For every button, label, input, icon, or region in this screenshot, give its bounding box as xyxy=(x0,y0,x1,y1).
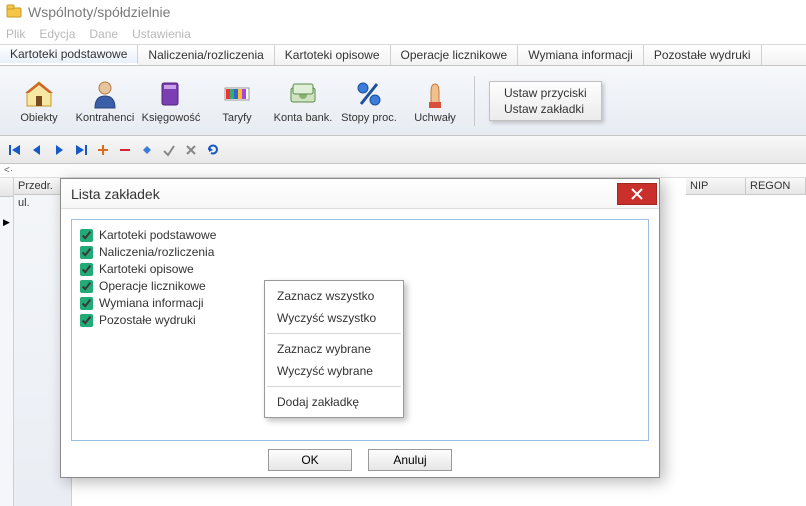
ctx-wyczysc-wybrane[interactable]: Wyczyść wybrane xyxy=(265,360,403,382)
splitter-knob[interactable]: <· xyxy=(4,165,13,176)
check-label: Naliczenia/rozliczenia xyxy=(99,245,214,259)
ribbon-taryfy-label: Taryfy xyxy=(222,112,251,124)
ribbon-side-panel: Ustaw przyciski Ustaw zakładki xyxy=(489,81,602,121)
nav-cancel-button[interactable] xyxy=(180,139,202,161)
ribbon-obiekty[interactable]: Obiekty xyxy=(8,71,70,131)
col-header-nip[interactable]: NIP xyxy=(686,178,746,195)
house-icon xyxy=(23,78,55,110)
menu-bar: Plik Edycja Dane Ustawienia xyxy=(0,24,806,44)
close-icon xyxy=(631,188,643,200)
checkbox[interactable] xyxy=(80,246,93,259)
dialog-close-button[interactable] xyxy=(617,183,657,205)
splitter-row[interactable]: <· xyxy=(0,164,806,178)
menu-dane[interactable]: Dane xyxy=(89,27,118,41)
checkbox[interactable] xyxy=(80,297,93,310)
dialog-title-bar[interactable]: Lista zakładek xyxy=(61,179,659,209)
nav-add-button[interactable] xyxy=(92,139,114,161)
check-kartoteki-podstawowe[interactable]: Kartoteki podstawowe xyxy=(80,228,640,242)
dialog-ok-button[interactable]: OK xyxy=(268,449,352,471)
nav-last-button[interactable] xyxy=(70,139,92,161)
ribbon-uchwaly-label: Uchwały xyxy=(414,112,456,124)
col-header-regon[interactable]: REGON xyxy=(746,178,806,195)
ctx-wyczysc-wszystko[interactable]: Wyczyść wszystko xyxy=(265,307,403,329)
current-row-arrow-icon: ▶ xyxy=(0,217,13,228)
app-icon xyxy=(6,4,22,20)
content-area: ▶ Przedr. ul. NIP REGON Lista zakładek K… xyxy=(0,178,806,506)
hand-up-icon xyxy=(419,78,451,110)
tab-kartoteki-opisowe[interactable]: Kartoteki opisowe xyxy=(275,45,391,65)
dialog-cancel-button[interactable]: Anuluj xyxy=(368,449,452,471)
ribbon-stopy-proc-label: Stopy proc. xyxy=(341,112,397,124)
ribbon-konta-bank[interactable]: Konta bank. xyxy=(272,71,334,131)
ctx-separator xyxy=(267,333,401,334)
check-naliczenia[interactable]: Naliczenia/rozliczenia xyxy=(80,245,640,259)
nav-refresh-button[interactable] xyxy=(202,139,224,161)
ribbon-ksiegowosc-label: Księgowość xyxy=(142,112,201,124)
checkbox[interactable] xyxy=(80,280,93,293)
checkbox[interactable] xyxy=(80,229,93,242)
dialog-inset-panel: Kartoteki podstawowe Naliczenia/rozlicze… xyxy=(71,219,649,441)
tab-wymiana-informacji[interactable]: Wymiana informacji xyxy=(518,45,644,65)
ribbon-obiekty-label: Obiekty xyxy=(20,112,57,124)
row-indicator-col: ▶ xyxy=(0,178,14,506)
side-ustaw-przyciski[interactable]: Ustaw przyciski xyxy=(504,86,587,100)
check-label: Wymiana informacji xyxy=(99,296,204,310)
ribbon-separator xyxy=(474,76,475,126)
title-bar: Wspólnoty/spółdzielnie xyxy=(0,0,806,24)
menu-plik[interactable]: Plik xyxy=(6,27,25,41)
menu-edycja[interactable]: Edycja xyxy=(39,27,75,41)
check-label: Kartoteki opisowe xyxy=(99,262,194,276)
check-label: Pozostałe wydruki xyxy=(99,313,196,327)
person-icon xyxy=(89,78,121,110)
tab-strip: Kartoteki podstawowe Naliczenia/rozlicze… xyxy=(0,44,806,66)
ctx-zaznacz-wybrane[interactable]: Zaznacz wybrane xyxy=(265,338,403,360)
side-ustaw-zakladki[interactable]: Ustaw zakładki xyxy=(504,102,587,116)
menu-ustawienia[interactable]: Ustawienia xyxy=(132,27,191,41)
dialog-lista-zakladek: Lista zakładek Kartoteki podstawowe Nali… xyxy=(60,178,660,478)
nav-delete-button[interactable] xyxy=(114,139,136,161)
ribbon-konta-bank-label: Konta bank. xyxy=(274,112,333,124)
tab-operacje-licznikowe[interactable]: Operacje licznikowe xyxy=(391,45,519,65)
checkbox[interactable] xyxy=(80,314,93,327)
tab-naliczenia[interactable]: Naliczenia/rozliczenia xyxy=(138,45,274,65)
check-kartoteki-opisowe[interactable]: Kartoteki opisowe xyxy=(80,262,640,276)
nav-edit-button[interactable] xyxy=(136,139,158,161)
window-title: Wspólnoty/spółdzielnie xyxy=(28,4,170,20)
ribbon-ksiegowosc[interactable]: Księgowość xyxy=(140,71,202,131)
book-icon xyxy=(155,78,187,110)
ribbon-kontrahenci-label: Kontrahenci xyxy=(76,112,135,124)
money-icon xyxy=(287,78,319,110)
ribbon-uchwaly[interactable]: Uchwały xyxy=(404,71,466,131)
check-label: Kartoteki podstawowe xyxy=(99,228,216,242)
record-navigator xyxy=(0,136,806,164)
ctx-dodaj-zakladke[interactable]: Dodaj zakładkę xyxy=(265,391,403,413)
percent-icon xyxy=(353,78,385,110)
nav-prev-button[interactable] xyxy=(26,139,48,161)
nav-next-button[interactable] xyxy=(48,139,70,161)
check-label: Operacje licznikowe xyxy=(99,279,206,293)
ribbon: Obiekty Kontrahenci Księgowość Taryfy Ko… xyxy=(0,66,806,136)
ribbon-taryfy[interactable]: Taryfy xyxy=(206,71,268,131)
dialog-title: Lista zakładek xyxy=(71,186,160,202)
nav-first-button[interactable] xyxy=(4,139,26,161)
ribbon-kontrahenci[interactable]: Kontrahenci xyxy=(74,71,136,131)
tab-kartoteki-podstawowe[interactable]: Kartoteki podstawowe xyxy=(0,45,138,65)
ctx-zaznacz-wszystko[interactable]: Zaznacz wszystko xyxy=(265,285,403,307)
ribbon-stopy-proc[interactable]: Stopy proc. xyxy=(338,71,400,131)
ctx-separator xyxy=(267,386,401,387)
checkbox[interactable] xyxy=(80,263,93,276)
context-menu: Zaznacz wszystko Wyczyść wszystko Zaznac… xyxy=(264,280,404,418)
palette-icon xyxy=(221,78,253,110)
nav-post-button[interactable] xyxy=(158,139,180,161)
tab-pozostale-wydruki[interactable]: Pozostałe wydruki xyxy=(644,45,762,65)
